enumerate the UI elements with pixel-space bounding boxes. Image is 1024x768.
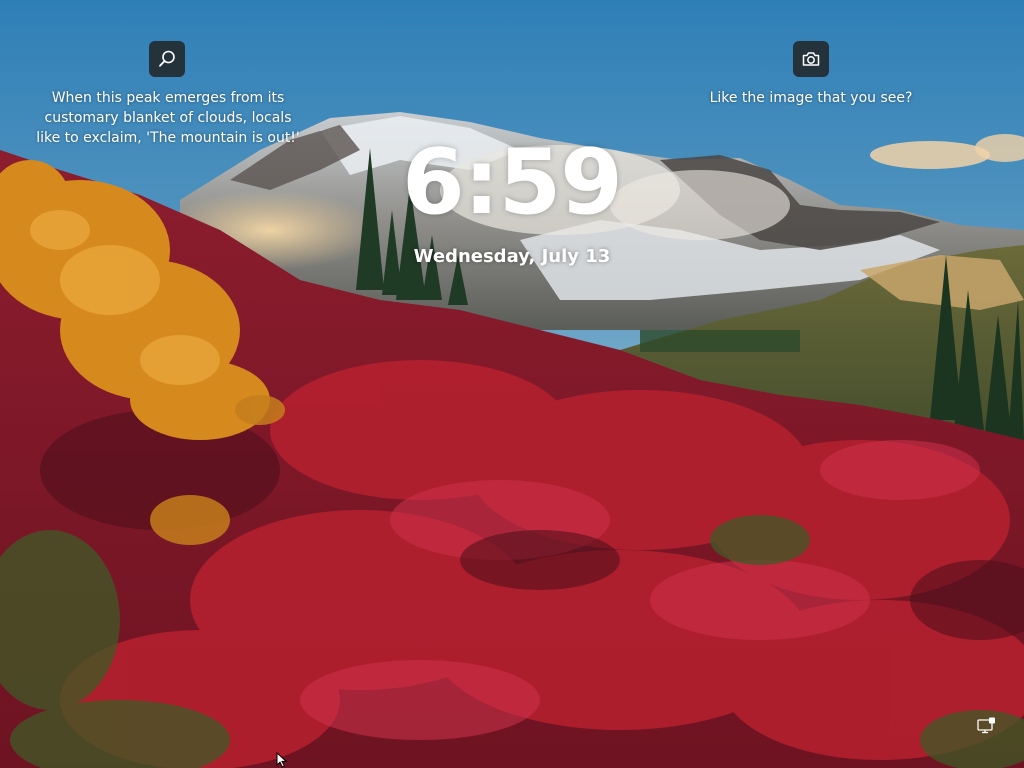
search-icon xyxy=(159,50,175,67)
network-icon[interactable] xyxy=(976,716,996,736)
lock-screen[interactable]: When this peak emerges from its customar… xyxy=(0,0,1024,768)
like-image-prompt[interactable]: Like the image that you see? xyxy=(700,88,922,108)
mouse-cursor xyxy=(276,752,288,768)
lock-clock-date: Wednesday, July 13 xyxy=(413,246,611,267)
spotlight-caption: When this peak emerges from its customar… xyxy=(36,90,300,146)
camera-icon xyxy=(802,52,820,66)
camera-button[interactable] xyxy=(793,41,829,77)
search-button[interactable] xyxy=(149,41,185,77)
lock-clock-time: 6:59 xyxy=(402,130,623,235)
